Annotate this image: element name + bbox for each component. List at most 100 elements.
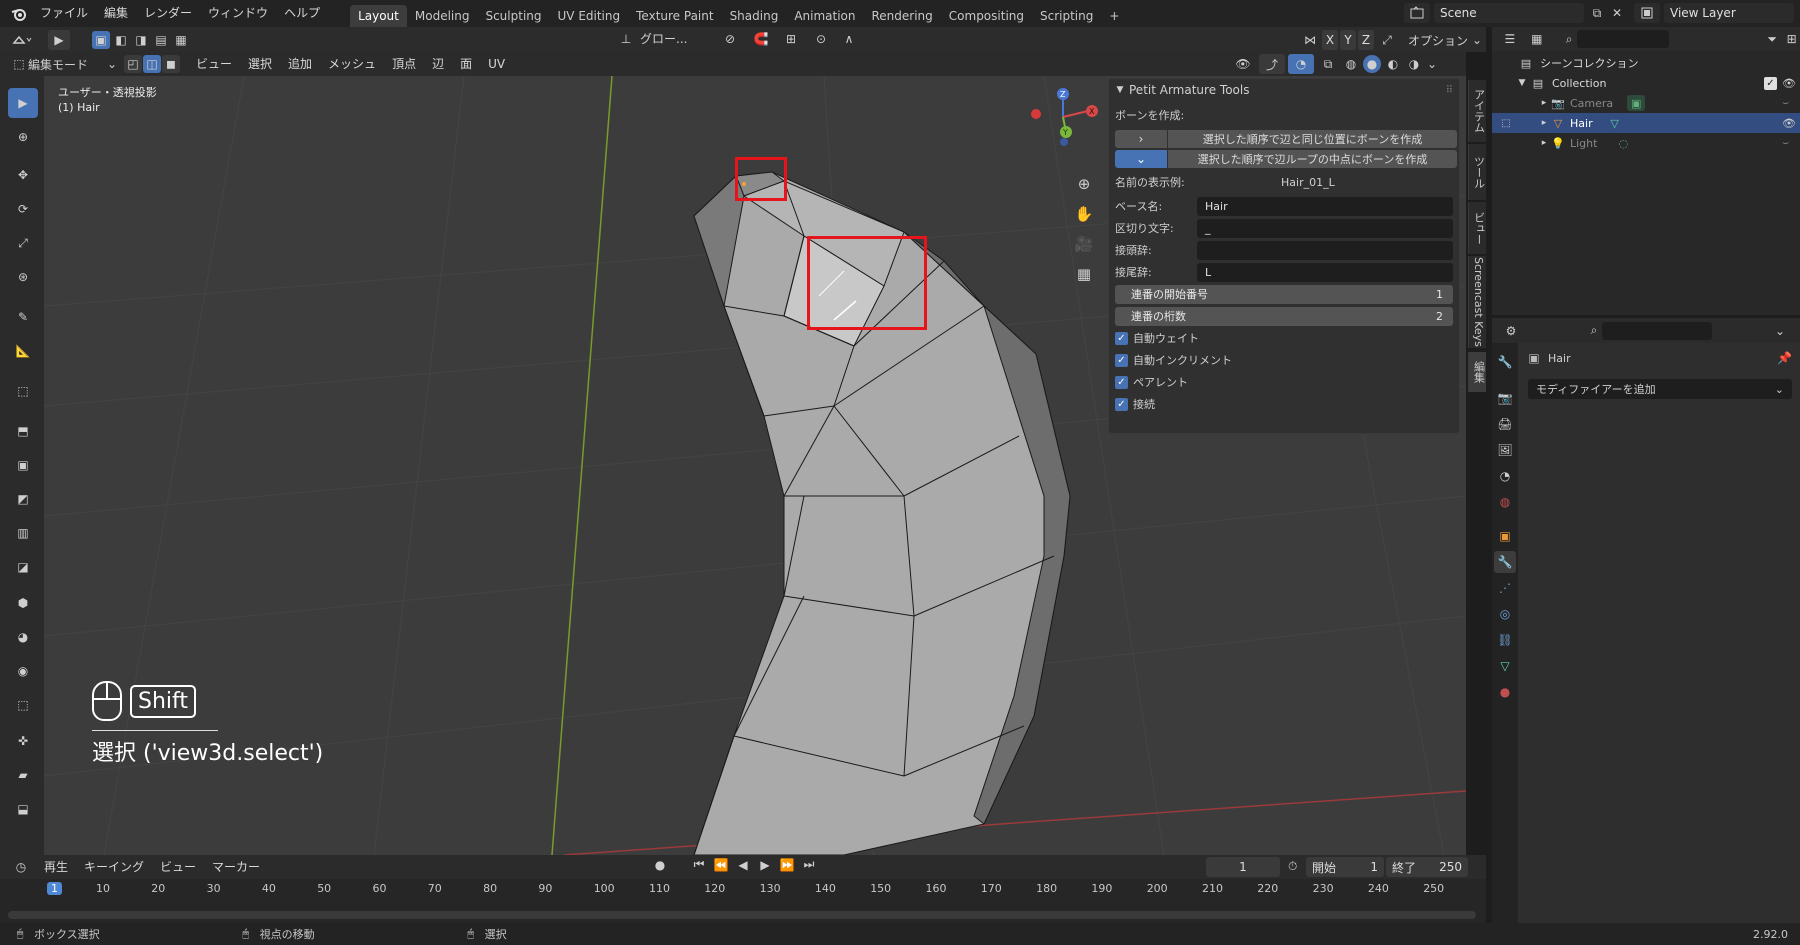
material-properties-icon[interactable]: ●: [1496, 683, 1514, 701]
scene-copy-icon[interactable]: ⧉: [1588, 6, 1606, 21]
object-properties-icon[interactable]: ▣: [1496, 527, 1514, 545]
eye-icon[interactable]: 👁: [1782, 77, 1796, 90]
display-mode-icon[interactable]: ▦: [1524, 32, 1550, 46]
vertex-select-icon[interactable]: ◰: [124, 55, 142, 73]
outliner-item-hair[interactable]: ⬚ ▸ ▽ Hair ▽ 👁: [1492, 113, 1800, 133]
properties-search-input[interactable]: [1602, 321, 1712, 340]
tab-layout[interactable]: Layout: [350, 5, 407, 27]
inset-tool[interactable]: ▣: [8, 450, 38, 480]
orientation-icon[interactable]: ⊥: [618, 32, 634, 46]
timeline-editor-type-icon[interactable]: ◷: [6, 860, 36, 874]
mode-icon[interactable]: ⬚: [10, 57, 28, 71]
scene-properties-icon[interactable]: ◔: [1496, 467, 1514, 485]
start-frame-field[interactable]: 開始 1: [1306, 857, 1384, 877]
timeline-scrollbar[interactable]: [8, 911, 1476, 919]
marker-menu[interactable]: マーカー: [204, 855, 268, 879]
zoom-icon[interactable]: ⊕: [1072, 172, 1096, 196]
edge-select-icon[interactable]: ◫: [143, 55, 161, 73]
new-collection-icon[interactable]: ⊞: [1783, 32, 1800, 46]
bevel-tool[interactable]: ◩: [8, 484, 38, 514]
cursor-tool[interactable]: ⊕: [8, 122, 38, 152]
physics-properties-icon[interactable]: ◎: [1496, 605, 1514, 623]
select-subtract-mode-icon[interactable]: ◨: [132, 31, 150, 49]
collection-include-checkbox[interactable]: ✓: [1764, 76, 1777, 90]
material-shading-icon[interactable]: ◐: [1384, 57, 1402, 71]
data-properties-icon[interactable]: ▽: [1496, 657, 1514, 675]
poly-build-tool[interactable]: ⬢: [8, 588, 38, 618]
mirror-x-toggle[interactable]: X: [1322, 30, 1338, 50]
spin-tool[interactable]: ◕: [8, 622, 38, 652]
blender-logo-icon[interactable]: [6, 6, 32, 22]
select-box-tool[interactable]: ▶: [8, 88, 38, 118]
keying-menu[interactable]: キーイング: [76, 855, 152, 879]
tab-uv-editing[interactable]: UV Editing: [550, 5, 629, 27]
start-number-slider[interactable]: 連番の開始番号 1: [1115, 284, 1453, 304]
visibility-icon[interactable]: 👁: [1230, 57, 1256, 71]
world-properties-icon[interactable]: ◍: [1496, 493, 1514, 511]
auto-weight-row[interactable]: ✓ 自動ウェイト: [1109, 327, 1459, 349]
scene-collection-row[interactable]: ▤ シーンコレクション: [1492, 53, 1800, 73]
tool-properties-icon[interactable]: 🔧: [1496, 353, 1514, 371]
separator-field[interactable]: _: [1197, 218, 1453, 238]
expand-button[interactable]: ›: [1115, 130, 1167, 148]
transform-orientation-dropdown[interactable]: グロー...: [640, 30, 710, 47]
menu-render[interactable]: レンダー: [136, 0, 200, 27]
select-intersect-mode-icon[interactable]: ▤: [152, 31, 170, 49]
chevron-down-icon[interactable]: ⌄: [106, 57, 118, 71]
tab-modeling[interactable]: Modeling: [407, 5, 478, 27]
pin-icon[interactable]: 📌: [1777, 351, 1792, 365]
scale-tool[interactable]: ⤢: [8, 228, 38, 258]
menu-mesh[interactable]: メッシュ: [320, 52, 384, 76]
constraints-properties-icon[interactable]: ⛓: [1496, 631, 1514, 649]
auto-increment-checkbox[interactable]: ✓: [1115, 353, 1128, 367]
menu-face[interactable]: 面: [452, 52, 480, 76]
frame-ruler[interactable]: 1 10 20 30 40 50 60 70 80 90 100 110 120 130 140 150 160…: [0, 879, 1486, 901]
outliner-item-light[interactable]: ▸ 💡 Light ◌ ⌣: [1492, 133, 1800, 153]
parent-row[interactable]: ✓ ペアレント: [1109, 371, 1459, 393]
menu-view[interactable]: ビュー: [188, 52, 240, 76]
tab-tool[interactable]: ツール: [1468, 144, 1488, 200]
rotate-tool[interactable]: ⟳: [8, 194, 38, 224]
base-name-field[interactable]: Hair: [1197, 196, 1453, 216]
smooth-tool[interactable]: ◉: [8, 656, 38, 686]
menu-edit[interactable]: 編集: [96, 0, 136, 27]
playback-menu[interactable]: 再生: [36, 855, 76, 879]
current-frame-field[interactable]: 1: [1206, 857, 1280, 877]
grid-view-icon[interactable]: ▦: [1072, 262, 1096, 286]
scene-field[interactable]: Scene: [1434, 3, 1584, 23]
xray-icon[interactable]: ⧉: [1317, 57, 1339, 72]
measure-tool[interactable]: 📐: [8, 336, 38, 366]
tab-compositing[interactable]: Compositing: [941, 5, 1032, 27]
face-select-icon[interactable]: ◼: [162, 55, 180, 73]
auto-increment-row[interactable]: ✓ 自動インクリメント: [1109, 349, 1459, 371]
digits-slider[interactable]: 連番の桁数 2: [1115, 306, 1453, 326]
collapse-triangle-icon[interactable]: ▼: [1115, 85, 1125, 95]
chevron-down-icon[interactable]: ⌄: [1470, 33, 1484, 47]
next-keyframe-icon[interactable]: ⏩: [778, 858, 796, 872]
tab-screencast-keys[interactable]: Screencast Keys: [1468, 256, 1488, 348]
properties-editor-type-icon[interactable]: ⚙: [1496, 324, 1526, 338]
expand-arrow-icon[interactable]: ▼: [1516, 78, 1528, 88]
create-bones-loop-midpoint-button[interactable]: 選択した順序で辺ループの中点にボーンを作成: [1168, 150, 1457, 168]
tab-edit[interactable]: 編集: [1468, 352, 1488, 392]
pan-hand-icon[interactable]: ✋: [1072, 202, 1096, 226]
drag-handle-icon[interactable]: ⠿: [1446, 85, 1453, 96]
filter-icon[interactable]: ⏷: [1761, 32, 1783, 47]
expand-arrow-icon[interactable]: ▸: [1538, 98, 1550, 108]
proportional-edit-icon[interactable]: ⊙: [810, 32, 832, 46]
play-icon[interactable]: ▶: [756, 858, 774, 872]
rip-tool[interactable]: ⬓: [8, 794, 38, 824]
add-cube-tool[interactable]: ⬚: [8, 376, 38, 406]
editor-type-icon[interactable]: [6, 33, 38, 47]
topology-icon[interactable]: ⤢: [1376, 33, 1398, 48]
prefix-field[interactable]: [1197, 240, 1453, 260]
add-modifier-dropdown[interactable]: モディファイアーを追加 ⌄: [1528, 379, 1792, 399]
scene-icon[interactable]: [1404, 3, 1430, 23]
jump-start-icon[interactable]: ⏮: [690, 857, 708, 872]
pivot-point-icon[interactable]: ⊘: [716, 32, 744, 46]
parent-checkbox[interactable]: ✓: [1115, 375, 1128, 389]
transform-tool[interactable]: ⊛: [8, 262, 38, 292]
expand-arrow-icon[interactable]: ▸: [1538, 118, 1550, 128]
shear-tool[interactable]: ▰: [8, 760, 38, 790]
outliner-editor-type-icon[interactable]: ☰: [1496, 32, 1524, 46]
